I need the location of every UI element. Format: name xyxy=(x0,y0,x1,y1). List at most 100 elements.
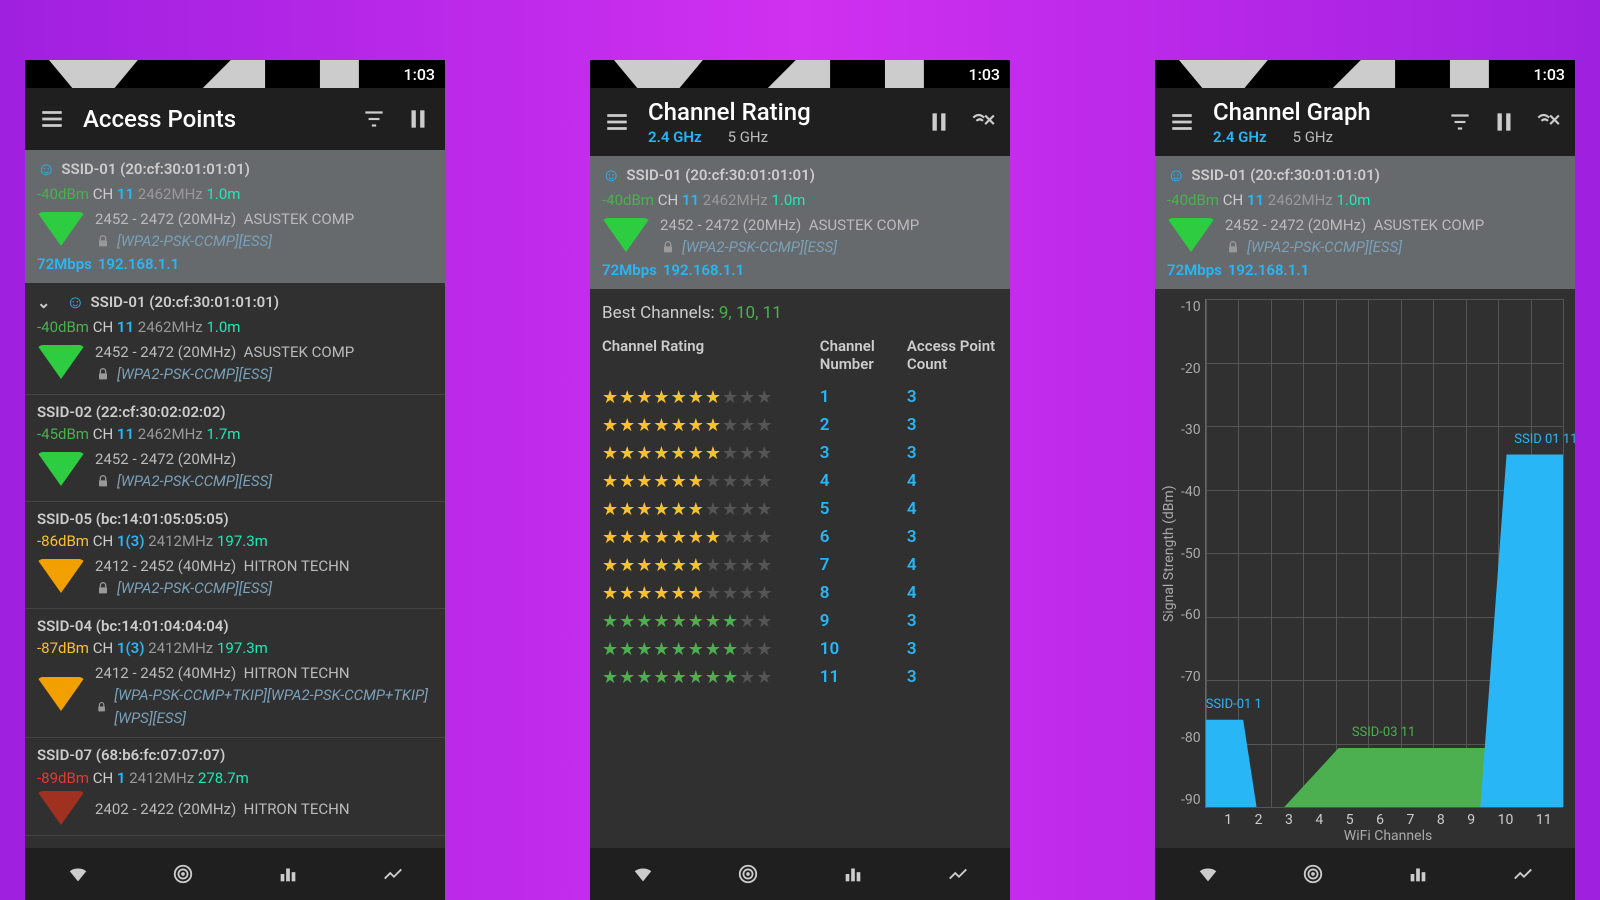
ap-item[interactable]: SSID-04 (bc:14:01:04:04:04) -87dBm CH 1(… xyxy=(25,609,445,739)
star-rating: ★★★★★★★★★★ xyxy=(602,527,820,548)
nav-channel-graph[interactable] xyxy=(842,863,864,885)
band-tab-24[interactable]: 2.4 GHz xyxy=(648,128,702,146)
series-label: SSID 01 11 xyxy=(1514,432,1575,447)
star-rating: ★★★★★★★★★★ xyxy=(602,471,820,492)
rating-table: ★★★★★★★★★★ 1 3★★★★★★★★★★ 2 3★★★★★★★★★★ 3… xyxy=(590,383,1010,691)
star-rating: ★★★★★★★★★★ xyxy=(602,611,820,632)
nav-channel-graph[interactable] xyxy=(1407,863,1429,885)
wifi-icon xyxy=(67,863,89,885)
line-chart-icon xyxy=(947,863,969,885)
star-rating: ★★★★★★★★★★ xyxy=(602,415,820,436)
menu-icon[interactable] xyxy=(1169,109,1195,135)
nav-time-graph[interactable] xyxy=(1512,863,1534,885)
bar-chart-icon xyxy=(842,863,864,885)
smiley-icon: ☺ xyxy=(1167,162,1185,189)
chevron-down-icon[interactable]: ⌄ xyxy=(37,291,50,315)
star-rating: ★★★★★★★★★★ xyxy=(602,555,820,576)
scan-icon[interactable] xyxy=(970,109,996,135)
star-rating: ★★★★★★★★★★ xyxy=(602,443,820,464)
smiley-icon: ☺ xyxy=(37,156,55,183)
channel-graph: Signal Strength (dBm) -10-20-30-40-50-60… xyxy=(1155,289,1575,848)
rating-header: Channel Rating Channel Number Access Poi… xyxy=(590,333,1010,383)
app-bar: Access Points xyxy=(25,88,445,150)
pause-icon[interactable] xyxy=(1491,109,1517,135)
nav-access-points[interactable] xyxy=(632,863,654,885)
rating-row: ★★★★★★★★★★ 2 3 xyxy=(590,411,1010,439)
band-tab-5[interactable]: 5 GHz xyxy=(728,128,769,146)
target-icon xyxy=(172,863,194,885)
star-rating: ★★★★★★★★★★ xyxy=(602,583,820,604)
lock-icon xyxy=(95,580,111,596)
connected-ap-card[interactable]: ☺SSID-01 (20:cf:30:01:01:01) -40dBm CH 1… xyxy=(1155,156,1575,289)
wifi-strength-icon xyxy=(37,452,85,488)
band-tab-5[interactable]: 5 GHz xyxy=(1293,128,1334,146)
bar-chart-icon xyxy=(277,863,299,885)
y-axis: -10-20-30-40-50-60-70-80-90 xyxy=(1177,299,1205,808)
line-chart-icon xyxy=(382,863,404,885)
star-rating: ★★★★★★★★★★ xyxy=(602,639,820,660)
connected-ap-card[interactable]: ☺SSID-01 (20:cf:30:01:01:01) -40dBm CH 1… xyxy=(590,156,1010,289)
wifi-icon xyxy=(632,863,654,885)
page-title: Channel Rating xyxy=(648,98,908,126)
wifi-strength-icon xyxy=(37,791,85,827)
x-axis: 1234567891011 xyxy=(1213,808,1563,828)
bar-chart-icon xyxy=(1407,863,1429,885)
y-axis-label: Signal Strength (dBm) xyxy=(1161,299,1177,808)
nav-access-points[interactable] xyxy=(1197,863,1219,885)
ap-list[interactable]: ⌄ ☺ SSID-01 (20:cf:30:01:01:01) -40dBm C… xyxy=(25,283,445,848)
rating-row: ★★★★★★★★★★ 11 3 xyxy=(590,663,1010,691)
filter-icon[interactable] xyxy=(1447,109,1473,135)
wifi-strength-icon xyxy=(602,218,650,254)
smiley-icon: ☺ xyxy=(602,162,620,189)
status-time: 1:03 xyxy=(969,65,1001,84)
menu-icon[interactable] xyxy=(604,109,630,135)
rating-row: ★★★★★★★★★★ 4 4 xyxy=(590,467,1010,495)
ap-item[interactable]: ⌄ ☺ SSID-01 (20:cf:30:01:01:01) -40dBm C… xyxy=(25,283,445,395)
x-axis-label: WiFi Channels xyxy=(1213,828,1563,848)
ap-item[interactable]: SSID-02 (22:cf:30:02:02:02) -45dBm CH 11… xyxy=(25,395,445,502)
page-title: Channel Graph xyxy=(1213,98,1429,126)
status-time: 1:03 xyxy=(404,65,436,84)
pause-icon[interactable] xyxy=(926,109,952,135)
status-time: 1:03 xyxy=(1534,65,1566,84)
menu-icon[interactable] xyxy=(39,106,65,132)
wifi-strength-icon xyxy=(37,345,85,381)
app-bar: Channel Rating 2.4 GHz 5 GHz xyxy=(590,88,1010,156)
plot-area: K SSID-01 1SSID-03 11SSID 01 11 xyxy=(1205,299,1563,808)
smiley-icon: ☺ xyxy=(66,289,84,316)
nav-channel-rating[interactable] xyxy=(737,863,759,885)
star-rating: ★★★★★★★★★★ xyxy=(602,387,820,408)
band-tab-24[interactable]: 2.4 GHz xyxy=(1213,128,1267,146)
nav-time-graph[interactable] xyxy=(382,863,404,885)
status-bar: 1:03 xyxy=(1155,60,1575,88)
wifi-strength-icon xyxy=(37,212,85,248)
best-channels: Best Channels: 9, 10, 11 xyxy=(590,289,1010,333)
pause-icon[interactable] xyxy=(405,106,431,132)
wifi-strength-icon xyxy=(37,677,85,713)
lock-icon xyxy=(95,699,108,715)
filter-icon[interactable] xyxy=(361,106,387,132)
ap-item[interactable]: SSID-07 (68:b6:fc:07:07:07) -89dBm CH 1 … xyxy=(25,738,445,836)
nav-channel-rating[interactable] xyxy=(172,863,194,885)
bottom-nav xyxy=(25,848,445,900)
rating-row: ★★★★★★★★★★ 10 3 xyxy=(590,635,1010,663)
nav-access-points[interactable] xyxy=(67,863,89,885)
ap-item[interactable]: SSID-05 (bc:14:01:05:05:05) -86dBm CH 1(… xyxy=(25,502,445,609)
star-rating: ★★★★★★★★★★ xyxy=(602,499,820,520)
rating-row: ★★★★★★★★★★ 6 3 xyxy=(590,523,1010,551)
lock-icon xyxy=(1225,239,1241,255)
phone-channel-graph: 1:03 Channel Graph 2.4 GHz 5 GHz ☺SSID-01… xyxy=(1155,60,1575,900)
nav-time-graph[interactable] xyxy=(947,863,969,885)
connected-ap-card[interactable]: ☺SSID-01 (20:cf:30:01:01:01) -40dBm CH 1… xyxy=(25,150,445,283)
nav-channel-rating[interactable] xyxy=(1302,863,1324,885)
bottom-nav xyxy=(1155,848,1575,900)
rating-row: ★★★★★★★★★★ 1 3 xyxy=(590,383,1010,411)
phone-channel-rating: 1:03 Channel Rating 2.4 GHz 5 GHz ☺SSID-0… xyxy=(590,60,1010,900)
scan-icon[interactable] xyxy=(1535,109,1561,135)
target-icon xyxy=(737,863,759,885)
wifi-icon xyxy=(1197,863,1219,885)
wifi-strength-icon xyxy=(37,559,85,595)
lock-icon xyxy=(95,233,111,249)
nav-channel-graph[interactable] xyxy=(277,863,299,885)
phone-access-points: 1:03 Access Points ☺SSID-01 (20:cf:30:01… xyxy=(25,60,445,900)
